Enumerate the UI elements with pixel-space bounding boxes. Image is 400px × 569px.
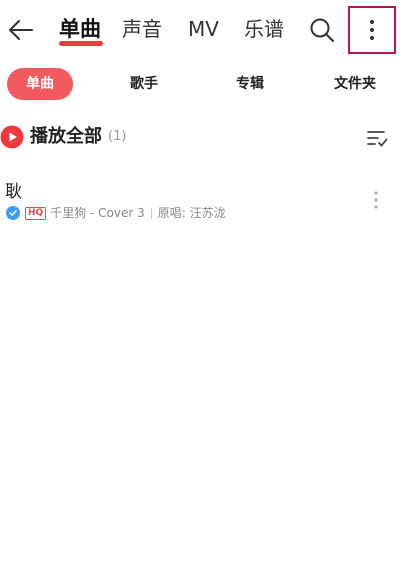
tab-single[interactable]: 单曲 xyxy=(59,15,101,43)
verified-icon xyxy=(6,206,20,220)
song-meta: HQ 千里狗 - Cover 3 原唱: 汪苏泷 xyxy=(6,205,226,221)
filter-chips: 单曲 歌手 专辑 文件夹 xyxy=(0,68,400,100)
search-icon xyxy=(310,18,334,42)
song-list-item[interactable]: 耿 HQ 千里狗 - Cover 3 原唱: 汪苏泷 xyxy=(0,178,400,228)
play-all-label: 播放全部 xyxy=(30,126,102,147)
filter-chip-single[interactable]: 单曲 xyxy=(7,68,73,100)
filter-chip-album[interactable]: 专辑 xyxy=(224,68,276,100)
active-tab-indicator xyxy=(59,41,103,46)
play-circle-icon xyxy=(0,125,24,149)
more-vertical-icon xyxy=(374,191,378,209)
arrow-left-icon xyxy=(9,20,33,40)
search-button[interactable] xyxy=(307,15,337,45)
hq-badge: HQ xyxy=(25,206,47,220)
filter-chip-folder[interactable]: 文件夹 xyxy=(324,68,386,100)
play-all-row[interactable]: 播放全部 (1) xyxy=(0,122,400,152)
song-original-singer: 原唱: 汪苏泷 xyxy=(157,206,226,220)
multi-select-icon[interactable] xyxy=(366,127,388,149)
tab-mv[interactable]: MV xyxy=(188,15,219,43)
more-vertical-icon xyxy=(370,20,374,40)
play-all-count: (1) xyxy=(108,129,127,144)
song-more-button[interactable] xyxy=(368,188,384,212)
filter-chip-artist[interactable]: 歌手 xyxy=(118,68,170,100)
top-nav-bar: 单曲 声音 MV 乐谱 xyxy=(0,0,400,60)
back-button[interactable] xyxy=(6,12,36,48)
song-title: 耿 xyxy=(5,182,22,202)
tab-voice[interactable]: 声音 xyxy=(122,15,162,43)
meta-divider xyxy=(150,207,152,219)
tab-sheet-music[interactable]: 乐谱 xyxy=(244,15,284,43)
more-options-button[interactable] xyxy=(348,6,396,54)
song-artist: 千里狗 - Cover 3 xyxy=(50,206,145,220)
